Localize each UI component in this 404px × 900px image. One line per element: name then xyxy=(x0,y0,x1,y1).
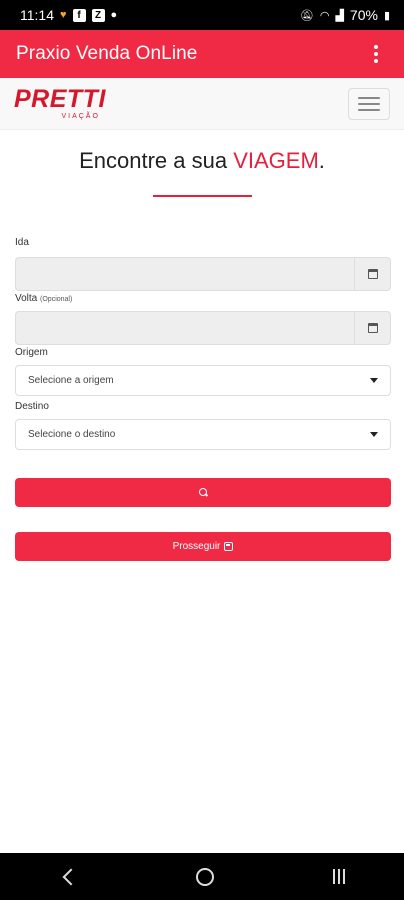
f-icon: f xyxy=(72,8,86,22)
prosseguir-label: Prosseguir xyxy=(172,541,221,552)
headline-suffix: . xyxy=(318,148,325,173)
volta-calendar-button[interactable] xyxy=(354,312,390,344)
dot-icon: ● xyxy=(110,9,118,21)
volta-date-field[interactable] xyxy=(15,311,391,345)
wifi-icon: ◠ xyxy=(319,9,330,22)
chevron-down-icon xyxy=(370,432,378,437)
destino-label: Destino xyxy=(15,401,49,412)
more-vert-icon[interactable] xyxy=(364,42,388,66)
hamburger-icon[interactable] xyxy=(348,87,390,120)
z-icon: Z xyxy=(91,8,105,22)
brand-navbar: PRETTI VIAÇÃO xyxy=(0,78,404,130)
headline-divider xyxy=(153,195,252,197)
battery-percent: 70% xyxy=(349,7,378,23)
home-icon[interactable] xyxy=(195,867,214,886)
origem-placeholder: Selecione a origem xyxy=(28,375,114,386)
recent-apps-icon[interactable] xyxy=(332,869,345,884)
ida-label: Ida xyxy=(15,237,29,248)
heart-icon: ♥ xyxy=(60,9,67,21)
system-nav-bar xyxy=(0,853,404,900)
bus-icon xyxy=(224,542,234,551)
headline-prefix: Encontre a sua xyxy=(79,148,234,173)
app-bar: Praxio Venda OnLine xyxy=(0,30,404,78)
calendar-icon xyxy=(367,269,378,279)
prosseguir-button[interactable]: Prosseguir xyxy=(15,532,391,561)
destino-placeholder: Selecione o destino xyxy=(28,429,116,440)
page-headline: Encontre a sua VIAGEM. xyxy=(0,148,404,174)
pretti-logo[interactable]: PRETTI VIAÇÃO xyxy=(14,85,106,121)
chevron-down-icon xyxy=(370,378,378,383)
origem-label: Origem xyxy=(15,347,48,358)
volta-label-text: Volta xyxy=(15,293,38,304)
app-title: Praxio Venda OnLine xyxy=(16,43,198,64)
signal-icon: ▟ xyxy=(335,9,344,22)
logo-main-text: PRETTI xyxy=(14,85,106,113)
logo-sub-text: VIAÇÃO xyxy=(61,113,100,120)
back-icon[interactable] xyxy=(62,868,80,885)
volta-label: Volta (Opcional) xyxy=(15,293,72,304)
status-bar: 11:14 ♥ f Z ● 🔕︎ ◠ ▟ 70% ▮ xyxy=(0,0,404,30)
status-time: 11:14 xyxy=(20,7,54,23)
calendar-icon xyxy=(367,323,378,333)
headline-accent: VIAGEM xyxy=(233,148,319,173)
search-icon xyxy=(198,488,208,497)
origem-select[interactable]: Selecione a origem xyxy=(15,365,391,396)
mute-icon: 🔕︎ xyxy=(299,9,314,22)
ida-calendar-button[interactable] xyxy=(354,258,390,290)
volta-optional-hint: (Opcional) xyxy=(40,296,73,303)
search-button[interactable] xyxy=(15,478,391,507)
destino-select[interactable]: Selecione o destino xyxy=(15,419,391,450)
volta-date-input[interactable] xyxy=(16,312,354,344)
battery-icon: ▮ xyxy=(383,9,390,22)
ida-date-input[interactable] xyxy=(16,258,354,290)
ida-date-field[interactable] xyxy=(15,257,391,291)
